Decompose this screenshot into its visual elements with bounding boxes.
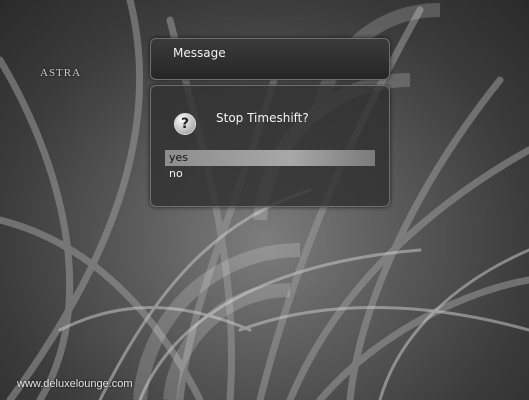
- choice-list: yes no: [165, 150, 375, 182]
- watermark: www.deluxelounge.com: [17, 378, 133, 390]
- question-text: Stop Timeshift?: [216, 111, 309, 125]
- option-no[interactable]: no: [165, 166, 375, 182]
- option-yes[interactable]: yes: [165, 150, 375, 166]
- message-dialog-title: Message: [150, 38, 390, 80]
- message-dialog: ? Stop Timeshift? yes no: [150, 85, 390, 207]
- tv-screen: ASTRA Message ? Stop Timeshift? yes no w…: [0, 0, 529, 400]
- channel-logo: ASTRA: [40, 67, 82, 79]
- question-icon: ?: [174, 113, 196, 135]
